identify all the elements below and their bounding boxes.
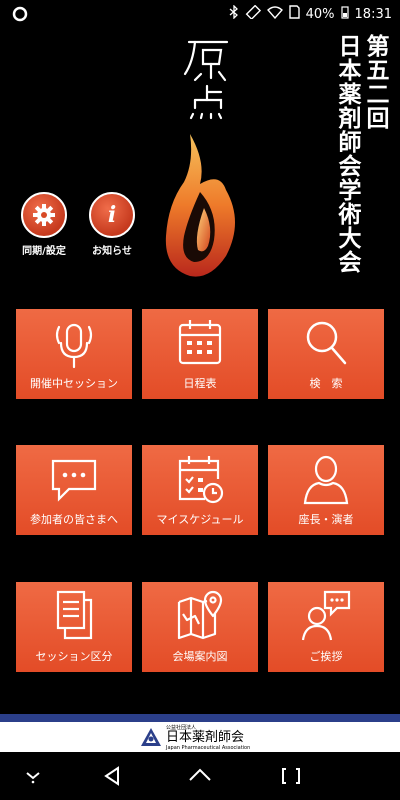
status-bar: 40% 18:31 xyxy=(0,0,400,28)
tile-label: 日程表 xyxy=(183,377,217,390)
tile-label: 会場案内図 xyxy=(172,650,228,663)
greeting-icon xyxy=(301,590,351,641)
microphone-icon xyxy=(55,323,93,369)
logo-calligraphy xyxy=(183,38,233,122)
tile-my-schedule[interactable]: マイスケジュール xyxy=(142,445,258,535)
calendar-clock-icon xyxy=(178,456,224,504)
tile-session-categories[interactable]: セッション区分 xyxy=(16,582,132,672)
sd-card-icon xyxy=(288,5,300,23)
notices-button[interactable]: i お知らせ xyxy=(80,192,144,257)
tile-for-participants[interactable]: 参加者の皆さまへ xyxy=(16,445,132,535)
calendar-icon xyxy=(178,320,222,365)
sync-settings-label: 同期/設定 xyxy=(22,246,66,257)
gear-icon xyxy=(21,192,67,238)
notification-icon xyxy=(12,6,28,26)
tile-label: セッション区分 xyxy=(35,650,113,663)
tile-greetings[interactable]: ご挨拶 xyxy=(268,582,384,672)
recent-apps-icon[interactable] xyxy=(280,766,302,790)
tile-label: 開催中セッション xyxy=(30,377,118,390)
org-name: 日本薬剤師会 xyxy=(166,730,245,745)
documents-icon xyxy=(56,590,93,640)
person-icon xyxy=(303,455,349,505)
tile-schedule[interactable]: 日程表 xyxy=(142,309,258,399)
clock: 18:31 xyxy=(354,6,392,22)
system-nav-bar xyxy=(0,752,400,800)
event-title: 第五二回 日本薬剤師会学術大会 xyxy=(334,34,388,274)
magnifier-icon xyxy=(306,321,347,365)
org-name-english: Japan Pharmaceutical Association xyxy=(166,745,251,751)
wifi-icon xyxy=(266,5,283,23)
title-line-2: 日本薬剤師会学術大会 xyxy=(334,34,360,274)
tile-label: 座長・演者 xyxy=(298,513,354,526)
battery-level: 40% xyxy=(305,6,335,22)
tile-search[interactable]: 検 索 xyxy=(268,309,384,399)
home-icon[interactable] xyxy=(188,766,212,790)
info-icon: i xyxy=(89,192,135,238)
tile-current-sessions[interactable]: 開催中セッション xyxy=(16,309,132,399)
tile-chairs-speakers[interactable]: 座長・演者 xyxy=(268,445,384,535)
tile-label: マイスケジュール xyxy=(156,513,244,526)
title-line-1: 第五二回 xyxy=(362,34,388,130)
tile-venue-map[interactable]: 会場案内図 xyxy=(142,582,258,672)
bluetooth-icon xyxy=(229,4,239,23)
footer-accent-bar xyxy=(0,714,400,722)
association-logo-icon xyxy=(140,727,162,751)
flame-logo-icon xyxy=(160,132,242,282)
notices-label: お知らせ xyxy=(92,246,132,257)
hide-keyboard-icon[interactable] xyxy=(24,766,42,788)
map-icon xyxy=(177,590,223,640)
chat-bubble-icon xyxy=(51,459,97,502)
back-icon[interactable] xyxy=(102,766,122,790)
tile-label: 参加者の皆さまへ xyxy=(30,513,118,526)
battery-icon xyxy=(340,5,349,23)
vibrate-icon xyxy=(245,4,261,23)
sync-settings-button[interactable]: 同期/設定 xyxy=(12,192,76,257)
footer-banner[interactable]: 公益社団法人 日本薬剤師会 Japan Pharmaceutical Assoc… xyxy=(0,722,400,752)
tile-label: 検 索 xyxy=(309,377,343,390)
tile-label: ご挨拶 xyxy=(309,650,343,663)
